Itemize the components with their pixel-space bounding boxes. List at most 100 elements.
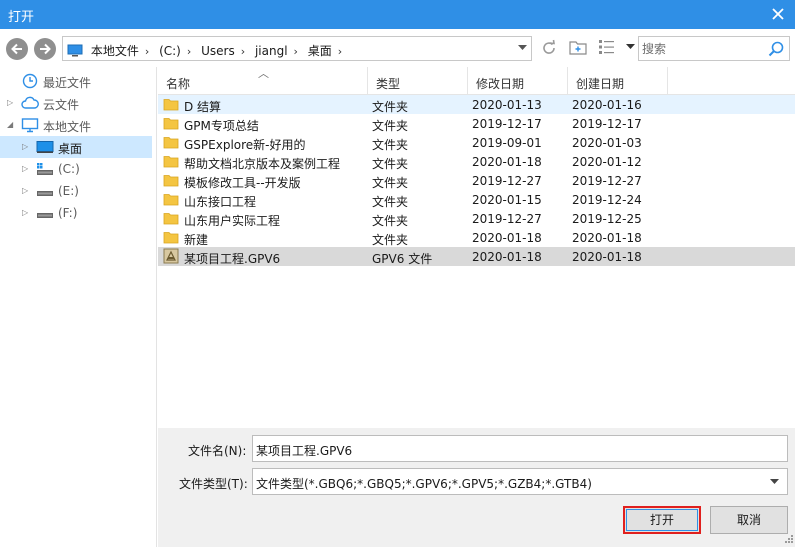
chevron-right-icon[interactable]: › — [294, 45, 298, 58]
breadcrumb-item[interactable]: Users — [201, 44, 235, 58]
cell-type: GPV6 文件 — [372, 252, 433, 266]
column-header-type[interactable]: 类型 — [368, 67, 468, 95]
folder-icon — [163, 172, 179, 191]
chevron-right-icon[interactable]: › — [145, 45, 149, 58]
cell-name: 山东接口工程 — [184, 195, 257, 209]
filetype-value: 文件类型(*.GBQ6;*.GBQ5;*.GPV6;*.GPV5;*.GZB4;… — [256, 477, 592, 491]
chevron-right-icon[interactable]: › — [338, 45, 342, 58]
sidebar-item-recent[interactable]: 最近文件 — [0, 70, 152, 92]
cell-name: 山东用户实际工程 — [184, 214, 281, 228]
view-list-icon[interactable] — [598, 39, 616, 55]
column-header-modified[interactable]: 修改日期 — [468, 67, 568, 95]
cell-created: 2020-01-03 — [572, 136, 642, 150]
expand-arrow-icon[interactable]: ▷ — [22, 208, 28, 217]
cell-created: 2020-01-18 — [572, 231, 642, 245]
search-icon[interactable] — [768, 41, 784, 57]
view-options-chevron-icon[interactable] — [626, 44, 635, 50]
expand-arrow-icon[interactable]: ▷ — [22, 186, 28, 195]
breadcrumb: 本地文件 › (C:) › Users › jiangl › 桌面 › — [67, 42, 348, 59]
cell-type: 文件夹 — [372, 138, 409, 152]
folder-icon — [163, 115, 179, 134]
chevron-down-icon[interactable] — [770, 479, 779, 485]
chevron-down-icon[interactable] — [518, 45, 527, 51]
sidebar-item-label: (C:) — [58, 162, 80, 176]
resize-grip-icon[interactable] — [783, 535, 793, 545]
table-row[interactable]: D 结算 文件夹 2020-01-13 2020-01-16 — [158, 95, 795, 114]
cell-modified: 2020-01-15 — [472, 193, 542, 207]
list-header: 名称 ︿ 类型 修改日期 创建日期 — [158, 67, 795, 95]
address-bar[interactable]: 本地文件 › (C:) › Users › jiangl › 桌面 › — [62, 36, 532, 61]
new-folder-icon[interactable] — [569, 39, 587, 55]
sidebar-item-local[interactable]: ◢ 本地文件 — [0, 114, 152, 136]
filename-field[interactable]: 某项目工程.GPV6 — [252, 435, 788, 462]
table-row[interactable]: 某项目工程.GPV6 GPV6 文件 2020-01-18 2020-01-18 — [158, 247, 795, 266]
cell-name: 帮助文档北京版本及案例工程 — [184, 157, 341, 171]
expand-arrow-icon[interactable]: ▷ — [7, 98, 13, 107]
filetype-select[interactable]: 文件类型(*.GBQ6;*.GBQ5;*.GPV6;*.GPV5;*.GZB4;… — [252, 468, 788, 495]
table-row[interactable]: 山东用户实际工程 文件夹 2019-12-27 2019-12-25 — [158, 209, 795, 228]
sidebar-item-drive-e[interactable]: ▷ (E:) — [0, 180, 152, 202]
cell-modified: 2020-01-18 — [472, 231, 542, 245]
drive-icon — [37, 191, 53, 196]
filename-label: 文件名(N): — [188, 444, 247, 458]
filetype-label: 文件类型(T): — [179, 477, 248, 491]
drive-icon — [37, 213, 53, 218]
forward-button[interactable] — [34, 38, 56, 60]
cell-created: 2019-12-17 — [572, 117, 642, 131]
sidebar-item-desktop[interactable]: ▷ 桌面 — [0, 136, 152, 158]
window-title: 打开 — [8, 10, 35, 25]
table-row[interactable]: 帮助文档北京版本及案例工程 文件夹 2020-01-18 2020-01-12 — [158, 152, 795, 171]
cell-created: 2019-12-25 — [572, 212, 642, 226]
column-header-created[interactable]: 创建日期 — [568, 67, 668, 95]
title-bar: 打开 — [0, 0, 795, 29]
table-row[interactable]: 模板修改工具--开发版 文件夹 2019-12-27 2019-12-27 — [158, 171, 795, 190]
folder-icon — [163, 191, 179, 210]
refresh-icon[interactable] — [540, 39, 558, 57]
breadcrumb-item[interactable]: (C:) — [159, 44, 181, 58]
folder-icon — [163, 134, 179, 153]
sidebar-item-drive-c[interactable]: ▷ (C:) — [0, 158, 152, 180]
close-icon[interactable] — [767, 3, 789, 25]
cell-type: 文件夹 — [372, 233, 409, 247]
breadcrumb-item[interactable]: 桌面 — [308, 44, 332, 58]
dialog-footer: 文件名(N): 某项目工程.GPV6 文件类型(T): 文件类型(*.GBQ6;… — [158, 428, 795, 547]
column-header-name[interactable]: 名称 ︿ — [158, 67, 368, 95]
monitor-icon — [67, 44, 83, 57]
expand-arrow-icon[interactable]: ▷ — [22, 164, 28, 173]
expand-arrow-icon[interactable]: ▷ — [22, 142, 28, 151]
cell-type: 文件夹 — [372, 157, 409, 171]
sidebar-item-label: 云文件 — [43, 98, 80, 112]
collapse-arrow-icon[interactable]: ◢ — [7, 120, 13, 129]
folder-icon — [163, 96, 179, 115]
gpv6-file-icon — [163, 248, 179, 267]
breadcrumb-item[interactable]: 本地文件 — [91, 44, 139, 58]
desktop-icon — [36, 141, 54, 153]
search-input[interactable] — [642, 40, 762, 58]
cell-created: 2020-01-16 — [572, 98, 642, 112]
cell-modified: 2019-12-17 — [472, 117, 542, 131]
cell-modified: 2020-01-13 — [472, 98, 542, 112]
open-button[interactable]: 打开 — [623, 506, 701, 534]
sidebar-item-label: 桌面 — [58, 142, 83, 156]
sidebar-item-label: 本地文件 — [43, 120, 92, 134]
table-row[interactable]: 新建 文件夹 2020-01-18 2020-01-18 — [158, 228, 795, 247]
cell-created: 2020-01-12 — [572, 155, 642, 169]
sidebar-item-drive-f[interactable]: ▷ (F:) — [0, 202, 152, 224]
table-row[interactable]: 山东接口工程 文件夹 2020-01-15 2019-12-24 — [158, 190, 795, 209]
cell-name: 模板修改工具--开发版 — [184, 176, 301, 190]
filename-value: 某项目工程.GPV6 — [256, 444, 353, 458]
search-box — [638, 36, 790, 61]
sidebar-item-cloud[interactable]: ▷ 云文件 — [0, 92, 152, 114]
sort-ascending-icon: ︿ — [258, 67, 269, 80]
cell-created: 2019-12-24 — [572, 193, 642, 207]
chevron-right-icon[interactable]: › — [241, 45, 245, 58]
table-row[interactable]: GPM专项总结 文件夹 2019-12-17 2019-12-17 — [158, 114, 795, 133]
table-row[interactable]: GSPExplore新-好用的 文件夹 2019-09-01 2020-01-03 — [158, 133, 795, 152]
file-list: 名称 ︿ 类型 修改日期 创建日期 D 结算文件夹 2020-01-13 2020-… — [158, 67, 795, 428]
cell-modified: 2019-09-01 — [472, 136, 542, 150]
cell-name: D 结算 — [184, 100, 222, 114]
breadcrumb-item[interactable]: jiangl — [255, 44, 288, 58]
chevron-right-icon[interactable]: › — [187, 45, 191, 58]
back-button[interactable] — [6, 38, 28, 60]
cancel-button[interactable]: 取消 — [710, 506, 788, 534]
